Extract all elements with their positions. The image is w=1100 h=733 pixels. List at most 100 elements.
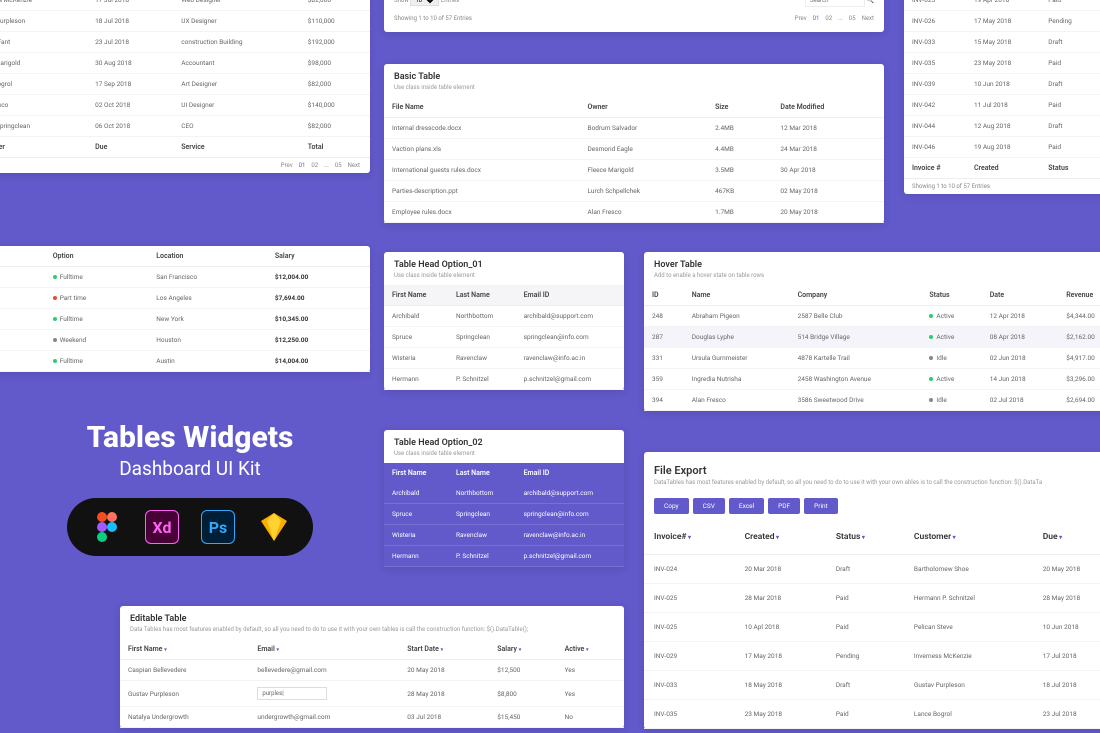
column-header[interactable]: Status <box>826 520 904 555</box>
page-link[interactable]: Prev <box>281 162 293 169</box>
table-row[interactable]: RhapsodyWeekendHouston$12,250.00 <box>0 330 370 351</box>
table-row[interactable]: Gustav Purplesonpurples|28 May 2018$8,80… <box>120 681 624 707</box>
table-row[interactable]: INV-03523 May 2018PaidLance Bogrol23 Jul… <box>644 700 1100 729</box>
column-header[interactable]: File Name <box>384 97 580 118</box>
table-row[interactable]: INV-02528 Mar 2018PaidHermann P. Schnitz… <box>644 584 1100 613</box>
table-row[interactable]: Eleanor Fant23 Jul 2018construction Buil… <box>0 32 370 53</box>
table-row[interactable]: 359Ingredia Nutrisha2458 Washington Aven… <box>644 369 1100 390</box>
column-header[interactable]: First Name ▾ <box>120 639 249 660</box>
table-row[interactable]: INV-02917 May 2018PendingInverness McKen… <box>644 642 1100 671</box>
table-row[interactable]: WisteriaRavenclawravenclaw@info.ac.in <box>384 525 624 546</box>
column-header[interactable]: Revenue <box>1058 285 1100 306</box>
table-row[interactable]: 248Abraham Pigeon2587 Belle ClubActive12… <box>644 306 1100 327</box>
table-row[interactable]: Caspian Bellevederebellevedere@gmail.com… <box>120 660 624 681</box>
table-row[interactable]: Alan Fresco02 Oct 2018UI Designer$140,00… <box>0 95 370 116</box>
column-header[interactable]: Active ▾ <box>557 639 624 660</box>
table-row[interactable]: 331Ursula Gurnmeister4878 Kartelle Trail… <box>644 348 1100 369</box>
column-header[interactable]: First Name <box>384 285 448 306</box>
table-row[interactable]: Parties-description.pptLurch Schpellchek… <box>384 181 884 202</box>
page-link[interactable]: 05 <box>849 15 856 22</box>
column-header[interactable]: Created <box>966 158 1040 179</box>
column-header[interactable]: ID <box>644 285 684 306</box>
column-header[interactable]: Name <box>684 285 790 306</box>
table-row[interactable]: Fleece Marigold30 Aug 2018Accountant$98,… <box>0 53 370 74</box>
column-header[interactable]: Status <box>1040 158 1095 179</box>
column-header[interactable]: Last Name <box>448 463 516 483</box>
page-link[interactable]: 02 <box>311 162 318 169</box>
column-header[interactable]: Start Date ▾ <box>399 639 489 660</box>
table-row[interactable]: INV-03523 May 2018Paid <box>904 53 1100 74</box>
column-header[interactable]: Customer <box>904 520 1033 555</box>
table-row[interactable]: Vaction plans.xlsDesmond Eagle4.4MB24 Ma… <box>384 139 884 160</box>
table-row[interactable]: 394Alan Fresco3586 Sweetwood DriveIdle02… <box>644 390 1100 411</box>
table-row[interactable]: SpruceSpringcleanspringclean@info.com <box>384 327 624 348</box>
table-row[interactable]: INV-04211 Jul 2018Paid <box>904 95 1100 116</box>
email-input[interactable]: purples| <box>257 687 327 700</box>
page-link[interactable]: 01 <box>299 162 306 169</box>
column-header[interactable]: Company <box>790 285 922 306</box>
search-input[interactable] <box>805 0 865 7</box>
column-header[interactable]: Email ID <box>516 463 624 483</box>
entries-select[interactable]: 10 <box>410 0 439 6</box>
column-header[interactable]: Size <box>707 97 772 118</box>
page-link[interactable]: Next <box>348 162 360 169</box>
column-header[interactable]: Location <box>148 246 267 267</box>
page-link[interactable]: 05 <box>335 162 342 169</box>
column-header[interactable]: C <box>1095 158 1100 179</box>
column-header[interactable]: Invoice# <box>644 520 735 555</box>
page-link[interactable]: 02 <box>825 15 832 22</box>
print-button[interactable]: Print <box>804 498 838 514</box>
table-row[interactable]: WisteriaRavenclawravenclaw@info.ac.in <box>384 348 624 369</box>
table-row[interactable]: HermannP. Schnitzelp.schnitzel@gmail.com <box>384 369 624 390</box>
table-row[interactable]: INV-02420 Mar 2018DraftBartholomew Shoe2… <box>644 555 1100 584</box>
table-row[interactable]: 287Douglas Lyphe514 Bridge VillageActive… <box>644 327 1100 348</box>
table-row[interactable]: Inverness McKenzie17 Jul 2018Web Designe… <box>0 0 370 11</box>
table-row[interactable]: Employee rules.docxAlan Fresco1.7MB20 Ma… <box>384 202 884 223</box>
page-link[interactable]: 01 <box>813 15 820 22</box>
table-row[interactable]: INV-02510 Apl 2018PaidPelican Steve10 Ju… <box>644 613 1100 642</box>
column-header[interactable]: Invoice # <box>904 158 966 179</box>
column-header[interactable]: Total <box>300 137 370 158</box>
column-header[interactable]: Last Name <box>448 285 516 306</box>
column-header[interactable]: Date <box>982 285 1059 306</box>
table-row[interactable]: Internal dresscode.docxBodrum Salvador2.… <box>384 118 884 139</box>
column-header[interactable]: First Name <box>384 463 448 483</box>
table-row[interactable]: DSMPart timeLos Angeles$7,694.00 <box>0 288 370 309</box>
table-row[interactable]: International guests rules.docxFleece Ma… <box>384 160 884 181</box>
page-link[interactable]: ... <box>838 15 843 22</box>
table-row[interactable]: RetailOpsFulltimeNew York$10,345.00 <box>0 309 370 330</box>
table-row[interactable]: SpruceSpringcleanspringclean@info.com <box>384 504 624 525</box>
csv-button[interactable]: CSV <box>693 498 725 514</box>
table-row[interactable]: CyberneticsFulltimeSan Francisco$12,004.… <box>0 267 370 288</box>
table-row[interactable]: Spruce Springclean06 Oct 2018CEO$82,000 <box>0 116 370 137</box>
column-header[interactable]: Due <box>87 137 173 158</box>
column-header[interactable]: Salary ▾ <box>489 639 556 660</box>
table-row[interactable]: INV-04412 Aug 2018Draft <box>904 116 1100 137</box>
table-row[interactable]: INV-03318 May 2018DraftGustav Purpleson1… <box>644 671 1100 700</box>
table-row[interactable]: INV-02617 May 2018Pending <box>904 11 1100 32</box>
column-header[interactable]: Salary <box>267 246 370 267</box>
page-link[interactable]: ... <box>324 162 329 169</box>
table-row[interactable]: ArchibaldNorthbottomarchibald@support.co… <box>384 306 624 327</box>
column-header[interactable]: Status <box>921 285 981 306</box>
table-row[interactable]: INV-03910 Jun 2018Draft <box>904 74 1100 95</box>
table-row[interactable]: HermannP. Schnitzelp.schnitzel@gmail.com <box>384 546 624 567</box>
table-row[interactable]: ArchibaldNorthbottomarchibald@support.co… <box>384 483 624 504</box>
column-header[interactable]: Option <box>45 246 149 267</box>
column-header[interactable]: Date Modified <box>772 97 884 118</box>
table-row[interactable]: ByteworksFulltimeAustin$14,004.00 <box>0 351 370 372</box>
column-header[interactable]: Due <box>1033 520 1100 555</box>
search-icon[interactable]: 🔍 <box>867 0 874 4</box>
table-row[interactable]: Natalya Undergrowthundergrowth@gmail.com… <box>120 707 624 728</box>
excel-button[interactable]: Excel <box>729 498 764 514</box>
page-link[interactable]: Next <box>862 15 874 22</box>
column-header[interactable]: Created <box>735 520 826 555</box>
column-header[interactable]: Email ▾ <box>249 639 399 660</box>
pagination[interactable]: Prev 01 02... 05 Next <box>0 158 370 173</box>
table-row[interactable]: INV-03315 May 2018Draft <box>904 32 1100 53</box>
column-header[interactable]: Owner <box>580 97 708 118</box>
column-header[interactable]: Email ID <box>516 285 624 306</box>
table-row[interactable]: Lance Bogrol17 Sep 2018Art Designer$82,0… <box>0 74 370 95</box>
column-header[interactable]: Customer <box>0 137 87 158</box>
pdf-button[interactable]: PDF <box>768 498 800 514</box>
